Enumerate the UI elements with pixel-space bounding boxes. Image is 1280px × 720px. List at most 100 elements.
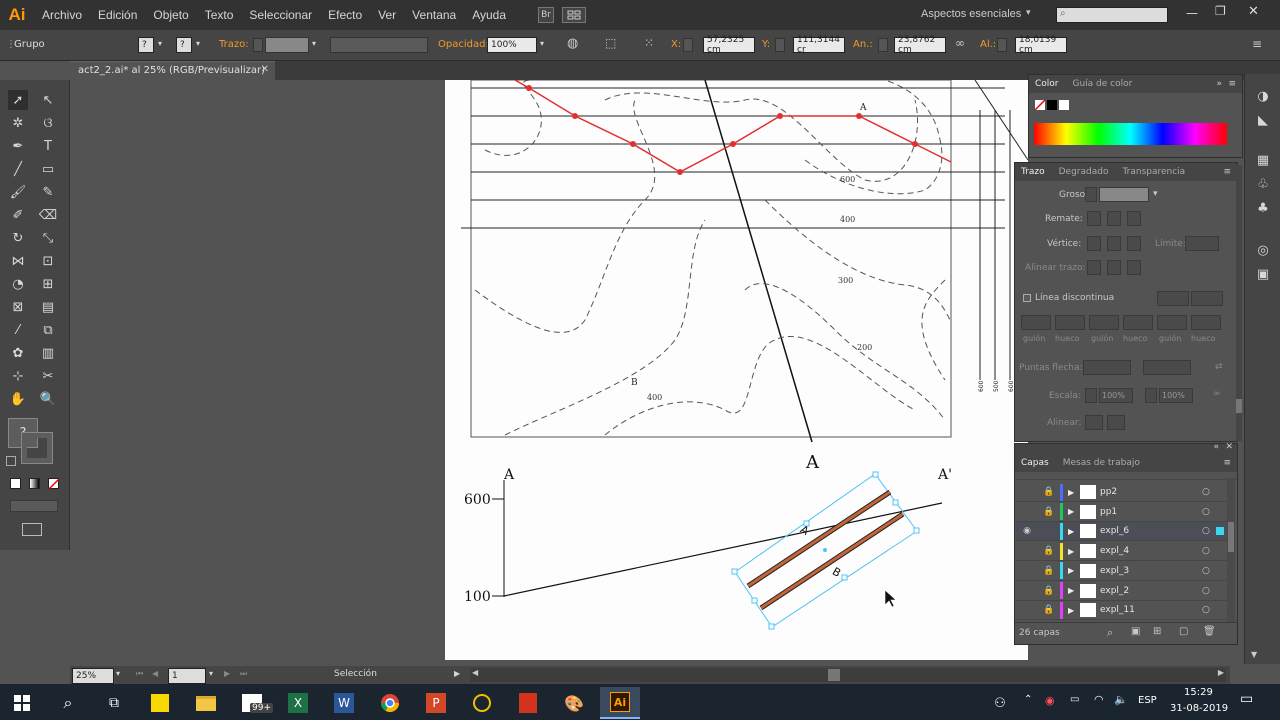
- color-mode-icon[interactable]: [10, 478, 21, 489]
- chevron-down-icon[interactable]: ▾: [312, 39, 316, 48]
- document-tab[interactable]: act2_2.ai* al 25% (RGB/Previsualizar) ✕: [70, 61, 275, 80]
- target-icon[interactable]: ○: [1202, 526, 1216, 536]
- swatches-icon[interactable]: ▦: [1253, 150, 1273, 170]
- limit-field[interactable]: [1185, 236, 1219, 251]
- round-cap-button[interactable]: [1107, 211, 1121, 226]
- none-swatch[interactable]: [1034, 99, 1046, 111]
- layer-row[interactable]: 🔒 ▶ expl_11 ○: [1016, 601, 1234, 621]
- chevron-down-icon[interactable]: ▾: [1153, 189, 1158, 199]
- graph-tool-icon[interactable]: ▥: [38, 343, 58, 363]
- layer-row[interactable]: 🔒 ▶ pp2 ○: [1016, 483, 1234, 502]
- menu-ver[interactable]: Ver: [370, 8, 404, 22]
- menu-objeto[interactable]: Objeto: [145, 8, 196, 22]
- miter-join-button[interactable]: [1087, 236, 1101, 251]
- opacity-label[interactable]: Opacidad:: [438, 39, 489, 50]
- paintbrush-icon[interactable]: 🖌: [8, 182, 28, 202]
- target-icon[interactable]: ○: [1202, 566, 1216, 576]
- tab-gradient[interactable]: Degradado: [1059, 167, 1109, 177]
- end-arrowhead-select[interactable]: [1143, 360, 1191, 375]
- lock-icon[interactable]: 🔒: [1038, 586, 1060, 596]
- brushes-icon[interactable]: ◣: [1253, 110, 1273, 130]
- task-view-icon[interactable]: ⧉: [94, 687, 134, 719]
- shape-builder-icon[interactable]: ◔: [8, 274, 28, 294]
- menu-ventana[interactable]: Ventana: [404, 8, 464, 22]
- scroll-down-arrow[interactable]: ▼: [1251, 650, 1257, 659]
- artboard[interactable]: 600 400 300 200 400 A B 600 500 600 A A …: [445, 80, 1028, 660]
- artboard-number-field[interactable]: 1: [168, 668, 206, 684]
- panel-menu-icon[interactable]: ≡: [1252, 37, 1262, 51]
- restore-icon[interactable]: ❐: [1215, 4, 1226, 18]
- locate-object-icon[interactable]: ⌕: [1107, 626, 1113, 640]
- drawing-modes[interactable]: [10, 500, 58, 512]
- symbols-icon[interactable]: ♧: [1253, 174, 1273, 194]
- pencil-icon[interactable]: ✎: [38, 182, 58, 202]
- fill-swatch[interactable]: ?: [138, 37, 154, 53]
- menu-efecto[interactable]: Efecto: [320, 8, 370, 22]
- free-transform-icon[interactable]: ⊡: [38, 251, 58, 271]
- chevron-down-icon[interactable]: ▾: [158, 39, 162, 48]
- symbol-sprayer-icon[interactable]: ✿: [8, 343, 28, 363]
- layer-row[interactable]: 🔒 ▶ expl_4 ○: [1016, 542, 1234, 562]
- sticky-notes-icon[interactable]: [140, 687, 180, 719]
- collapse-icon[interactable]: «: [1213, 442, 1219, 452]
- stroke-box[interactable]: [21, 432, 53, 464]
- menu-seleccionar[interactable]: Seleccionar: [241, 8, 320, 22]
- acrobat-icon[interactable]: [508, 687, 548, 719]
- bridge-button[interactable]: Br: [538, 7, 555, 23]
- layers-icon[interactable]: ▣: [1253, 264, 1273, 284]
- people-icon[interactable]: ⚇: [980, 687, 1020, 719]
- scale-icon[interactable]: ⤡: [38, 228, 58, 248]
- swap-arrow-icon[interactable]: ⇄: [1215, 362, 1223, 372]
- arrow-tip-beyond-button[interactable]: [1085, 415, 1103, 430]
- scale-field-1[interactable]: 100%: [1099, 388, 1133, 403]
- projecting-cap-button[interactable]: [1127, 211, 1141, 226]
- stroke-weight-field[interactable]: [265, 37, 309, 53]
- weight-stepper[interactable]: [1085, 187, 1097, 202]
- new-sublayer-icon[interactable]: ⊞: [1153, 626, 1161, 637]
- target-icon[interactable]: ○: [1202, 605, 1216, 615]
- scrollbar-thumb[interactable]: [1236, 399, 1242, 413]
- zoom-field[interactable]: 25%: [72, 668, 114, 684]
- width-label[interactable]: An.:: [853, 39, 873, 50]
- security-icon[interactable]: ◉: [1045, 694, 1055, 707]
- tab-stroke[interactable]: Trazo: [1021, 167, 1045, 177]
- graphic-styles-icon[interactable]: ♣: [1253, 198, 1273, 218]
- minimize-icon[interactable]: —: [1186, 6, 1198, 20]
- excel-icon[interactable]: X: [278, 687, 318, 719]
- dash-field-2[interactable]: [1089, 315, 1119, 330]
- language-indicator[interactable]: ESP: [1138, 695, 1157, 706]
- expand-icon[interactable]: »: [1216, 79, 1222, 89]
- stroke-stepper[interactable]: [253, 38, 263, 52]
- dash-preserve-button[interactable]: [1157, 291, 1189, 306]
- eyedropper-icon[interactable]: ⁄: [8, 320, 28, 340]
- wifi-icon[interactable]: ◠: [1094, 693, 1104, 706]
- blend-icon[interactable]: ⧉: [38, 320, 58, 340]
- store-icon[interactable]: 99+: [232, 687, 273, 719]
- bevel-join-button[interactable]: [1127, 236, 1141, 251]
- zoom-tool-icon[interactable]: 🔍: [38, 389, 58, 409]
- layer-row[interactable]: ◉ ▶ expl_6 ○: [1016, 522, 1234, 542]
- width-stepper[interactable]: [878, 38, 888, 52]
- stroke-panel-scrollbar[interactable]: [1236, 165, 1242, 441]
- close-icon[interactable]: ✕: [261, 64, 269, 75]
- clock-date[interactable]: 31-08-2019: [1170, 703, 1228, 714]
- screen-mode-icon[interactable]: [22, 523, 42, 536]
- menu-texto[interactable]: Texto: [197, 8, 242, 22]
- tab-artboards[interactable]: Mesas de trabajo: [1063, 458, 1140, 468]
- lock-icon[interactable]: 🔒: [1038, 487, 1060, 497]
- width-tool-icon[interactable]: ⋈: [8, 251, 28, 271]
- menu-archivo[interactable]: Archivo: [34, 8, 90, 22]
- scale-stepper-2[interactable]: [1145, 388, 1157, 403]
- link-scale-icon[interactable]: ∞: [1213, 389, 1221, 399]
- scale-stepper-1[interactable]: [1085, 388, 1097, 403]
- panel-menu-icon[interactable]: ≡: [1223, 167, 1231, 177]
- dash-field-3[interactable]: [1157, 315, 1187, 330]
- artboard-tool-icon[interactable]: ⊹: [8, 366, 28, 386]
- arrange-documents-button[interactable]: [562, 7, 587, 23]
- stroke-label[interactable]: Trazo:: [219, 39, 249, 50]
- windows-start-icon[interactable]: [2, 687, 42, 719]
- target-icon[interactable]: ○: [1202, 507, 1216, 517]
- direct-selection-tool-icon[interactable]: ↖: [38, 90, 58, 110]
- color-guide-icon[interactable]: ◑: [1253, 86, 1273, 106]
- scroll-right-arrow[interactable]: ▶: [1218, 668, 1224, 677]
